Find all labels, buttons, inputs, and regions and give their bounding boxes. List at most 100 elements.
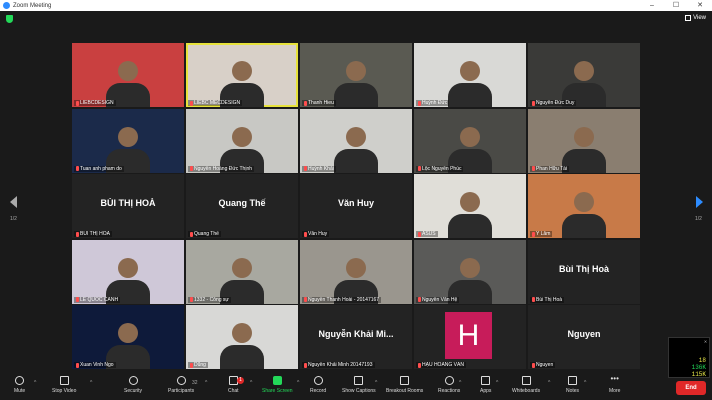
participant-name-label: Nguyen — [530, 362, 556, 368]
participant-name-label: Xuan Vinh Ngo — [74, 362, 116, 368]
apps-button[interactable]: Apps — [480, 376, 491, 394]
page-indicator-left: 1/2 — [10, 216, 17, 222]
gallery-grid: LIEBCDESIGN LIEBC MECDESIGN Thanh Hieu Huỳn… — [72, 43, 640, 369]
participant-name: Nguyễn Khải Minh 20147193 — [308, 362, 373, 368]
participant-name: HẬU HOÀNG VĂN — [422, 362, 464, 368]
participant-tile[interactable]: Tuan anh pham do — [72, 108, 184, 173]
stats-value-2: 136K — [691, 364, 706, 371]
participant-name: Tuan anh pham do — [80, 165, 122, 172]
participant-tile[interactable]: H HẬU HOÀNG VĂN — [414, 305, 526, 369]
mute-button[interactable]: Mute — [14, 376, 25, 394]
notes-label: Notes — [566, 388, 580, 394]
notes-button[interactable]: Notes — [566, 376, 579, 394]
captions-options-caret-icon[interactable]: ^ — [375, 380, 377, 386]
participant-name-label: Tuan anh pham do — [74, 165, 124, 172]
participant-tile[interactable]: Nguyễn Khải Mi... Nguyễn Khải Minh 201471… — [300, 305, 412, 369]
participants-button[interactable]: Participants — [168, 376, 194, 394]
muted-microphone-icon — [532, 100, 535, 106]
participant-tile[interactable]: Huỳnh Khải — [300, 108, 412, 173]
participant-video-silhouette — [448, 257, 492, 304]
previous-page-arrow-icon[interactable] — [10, 196, 17, 208]
participant-tile[interactable]: Dũng — [186, 305, 298, 369]
breakout-rooms-label: Breakout Rooms — [386, 388, 424, 394]
participant-tile[interactable]: Lộc Nguyễn Phúc — [414, 108, 526, 173]
stats-close-icon[interactable]: ✕ — [704, 339, 707, 345]
video-options-caret-icon[interactable]: ^ — [90, 380, 92, 386]
muted-microphone-icon — [304, 100, 307, 106]
participant-tile[interactable]: Xuan Vinh Ngo — [72, 305, 184, 369]
participant-tile[interactable]: Nguyễn Đức Duy — [528, 43, 640, 107]
microphone-icon — [15, 376, 25, 385]
more-label: More — [609, 388, 621, 394]
participant-name: Văn Huy — [308, 231, 328, 237]
participant-name-label: Dũng — [188, 362, 208, 368]
minimize-button[interactable]: – — [640, 0, 664, 11]
reactions-options-caret-icon[interactable]: ^ — [459, 380, 461, 386]
participants-count: 32 — [192, 380, 198, 386]
participant-tile[interactable]: Nguyễn Hoàng Đức Thịnh — [186, 108, 298, 173]
participant-tile[interactable]: Y Lâm — [528, 174, 640, 238]
participant-tile[interactable]: Nguyễn Văn Hệ — [414, 239, 526, 304]
participant-name-label: BÙI THỊ HOÀ — [74, 231, 112, 237]
participant-tile[interactable]: Huỳnh Đức — [414, 43, 526, 107]
participant-name: Dũng — [194, 362, 206, 368]
record-label: Record — [310, 388, 327, 394]
participant-tile[interactable]: ASUS — [414, 174, 526, 238]
participant-video-silhouette — [562, 126, 606, 173]
apps-options-caret-icon[interactable]: ^ — [496, 380, 498, 386]
participant-name: Nguyễn Văn Hệ — [422, 296, 458, 303]
record-button[interactable]: Record — [310, 376, 326, 394]
participant-tile[interactable]: Nguyễn Thanh Hoài - 20147167 — [300, 239, 412, 304]
breakout-rooms-icon — [400, 376, 410, 385]
whiteboards-options-caret-icon[interactable]: ^ — [548, 380, 550, 386]
participant-tile[interactable]: BÙI THỊ HOÀ BÙI THỊ HOÀ — [72, 174, 184, 238]
next-page-arrow-icon[interactable] — [696, 196, 703, 208]
share-screen-button[interactable]: Share Screen — [262, 376, 293, 394]
shield-icon — [128, 376, 138, 385]
mute-label: Mute — [14, 388, 26, 394]
participant-name: Nguyen — [536, 362, 554, 368]
muted-microphone-icon — [532, 166, 535, 171]
participant-name: 1332 - Công sự — [194, 296, 229, 303]
participant-name-label: Nguyễn Khải Minh 20147193 — [302, 362, 375, 368]
participant-tile[interactable]: LÊ QUỐC CẢNH — [72, 239, 184, 304]
share-screen-icon — [272, 376, 282, 385]
maximize-button[interactable]: ☐ — [664, 0, 688, 11]
chat-badge: 1 — [237, 377, 244, 384]
muted-microphone-icon — [76, 231, 79, 237]
show-captions-button[interactable]: Show Captions — [342, 376, 376, 394]
participant-tile[interactable]: Quang Thế Quang Thế — [186, 174, 298, 238]
more-button[interactable]: ••• More — [609, 375, 621, 395]
network-stats-overlay: ✕ 18 136K 115K — [668, 337, 710, 378]
whiteboards-button[interactable]: Whiteboards — [512, 376, 540, 394]
stop-video-label: Stop Video — [52, 388, 77, 394]
close-button[interactable]: ✕ — [688, 0, 712, 11]
participant-tile[interactable]: Thanh Hieu — [300, 43, 412, 107]
show-captions-label: Show Captions — [342, 388, 376, 394]
share-options-caret-icon[interactable]: ^ — [297, 380, 299, 386]
muted-microphone-icon — [418, 231, 421, 237]
participant-tile[interactable]: Phan Hữu Tài — [528, 108, 640, 173]
chat-options-caret-icon[interactable]: ^ — [250, 380, 252, 386]
participants-options-caret-icon[interactable]: ^ — [205, 380, 207, 386]
participant-tile[interactable]: Bùi Thị Hoà Bùi Thị Hoà — [528, 239, 640, 304]
view-button[interactable]: View — [685, 15, 706, 21]
security-shield-icon[interactable] — [6, 15, 13, 23]
participant-name: LIEBCDESIGN — [80, 100, 114, 106]
participant-name-label: Văn Huy — [302, 231, 330, 237]
participant-name: Thanh Hieu — [308, 100, 334, 106]
mute-options-caret-icon[interactable]: ^ — [34, 380, 36, 386]
reactions-button[interactable]: Reactions — [438, 376, 460, 394]
end-meeting-button[interactable]: End — [676, 381, 706, 395]
participant-tile[interactable]: Văn Huy Văn Huy — [300, 174, 412, 238]
notes-options-caret-icon[interactable]: ^ — [584, 380, 586, 386]
participant-tile[interactable]: 1332 - Công sự — [186, 239, 298, 304]
stop-video-button[interactable]: Stop Video — [52, 376, 76, 394]
participant-tile[interactable]: Nguyen Nguyen — [528, 305, 640, 369]
participant-name: Lộc Nguyễn Phúc — [422, 165, 462, 172]
breakout-rooms-button[interactable]: Breakout Rooms — [386, 376, 423, 394]
participant-tile[interactable]: LIEBC MECDESIGN — [186, 43, 298, 107]
security-button[interactable]: Security — [124, 376, 142, 394]
participant-name: Y Lâm — [536, 231, 551, 237]
participant-tile[interactable]: LIEBCDESIGN — [72, 43, 184, 107]
